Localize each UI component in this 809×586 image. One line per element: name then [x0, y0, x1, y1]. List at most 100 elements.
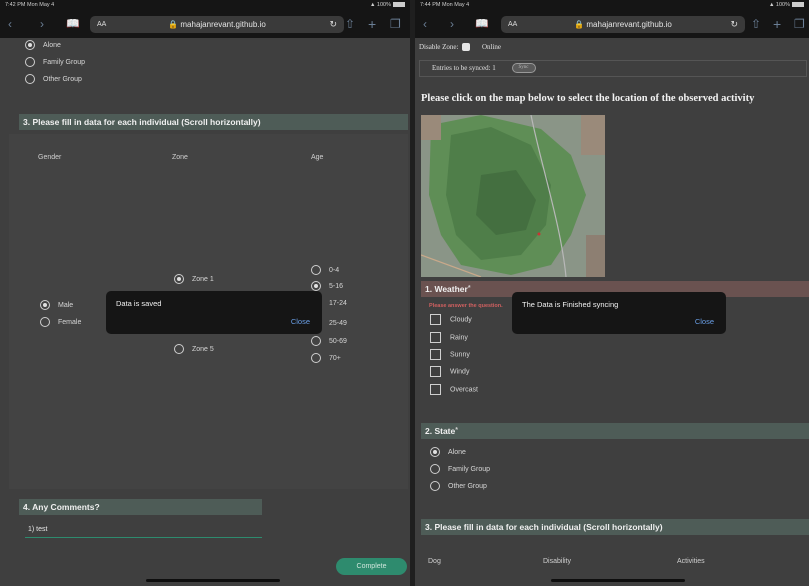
required-asterisk: * — [455, 427, 458, 434]
state-option-family-group[interactable]: Family Group — [25, 57, 85, 69]
tabs-icon[interactable]: ❐ — [390, 16, 401, 32]
browser-toolbar: ‹ › 📖 AA 🔒 mahajanrevant.github.io ↻ ⇧ +… — [415, 11, 809, 38]
radio-icon — [174, 344, 184, 355]
url-text: 🔒 mahajanrevant.github.io — [574, 20, 672, 29]
page-content: Disable Zone: Online Entries to be synce… — [415, 38, 809, 586]
column-dog: Dog — [428, 558, 441, 565]
column-age: Age — [311, 154, 324, 161]
weather-option-overcast[interactable]: Overcast — [430, 384, 478, 396]
page-content: Alone Family Group Other Group 3. Please… — [0, 38, 410, 586]
forward-icon[interactable]: › — [450, 16, 454, 32]
radio-icon — [311, 353, 321, 364]
checkbox-icon — [430, 384, 441, 395]
reload-icon[interactable]: ↻ — [730, 16, 738, 33]
state-option-alone[interactable]: Alone — [25, 40, 61, 52]
radio-icon — [40, 317, 50, 328]
data-saved-toast: Data is saved Close — [106, 291, 322, 334]
battery-icon — [393, 2, 405, 8]
checkbox-icon — [430, 349, 441, 360]
toast-message: The Data is Finished syncing — [522, 300, 619, 309]
radio-icon — [311, 336, 321, 347]
share-icon[interactable]: ⇧ — [751, 16, 761, 32]
status-time: 7:44 PM Mon May 4 — [420, 2, 470, 8]
comments-input[interactable]: 1) test — [25, 521, 262, 538]
status-time: 7:42 PM Mon May 4 — [5, 2, 55, 8]
url-text: 🔒 mahajanrevant.github.io — [168, 20, 266, 29]
toast-message: Data is saved — [116, 299, 162, 308]
state-option-other-group[interactable]: Other Group — [430, 481, 487, 493]
share-icon[interactable]: ⇧ — [345, 16, 355, 32]
battery-icon — [792, 2, 804, 8]
checkbox-icon — [430, 314, 441, 325]
radio-checked-icon — [25, 40, 35, 51]
radio-checked-icon — [174, 274, 184, 285]
radio-checked-icon — [430, 447, 440, 458]
new-tab-icon[interactable]: + — [773, 16, 781, 32]
address-bar[interactable]: AA 🔒 mahajanrevant.github.io ↻ — [90, 16, 344, 33]
radio-icon — [430, 464, 440, 475]
checkbox-icon — [430, 332, 441, 343]
back-icon[interactable]: ‹ — [8, 16, 12, 32]
age-option-50-69[interactable]: 50-69 — [311, 336, 347, 348]
column-activities: Activities — [677, 558, 705, 565]
radio-icon — [311, 265, 321, 276]
required-asterisk: * — [467, 285, 471, 292]
disable-zone-row: Disable Zone: Online — [419, 43, 502, 52]
bookmarks-icon[interactable]: 📖 — [66, 16, 80, 32]
radio-checked-icon — [311, 281, 321, 292]
radio-icon — [25, 57, 35, 68]
forward-icon[interactable]: › — [40, 16, 44, 32]
bookmarks-icon[interactable]: 📖 — [475, 16, 489, 32]
sync-button[interactable]: Sync — [511, 63, 536, 74]
selected-location-marker — [537, 232, 541, 236]
sync-row: Entries to be synced: 1 Sync — [419, 60, 807, 77]
state-option-alone[interactable]: Alone — [430, 447, 466, 459]
state-title: 2. State* — [421, 423, 809, 439]
radio-checked-icon — [40, 300, 50, 311]
new-tab-icon[interactable]: + — [368, 16, 376, 32]
state-option-other-group[interactable]: Other Group — [25, 74, 82, 86]
online-label: Online — [481, 43, 502, 51]
back-icon[interactable]: ‹ — [423, 16, 427, 32]
age-option-0-4[interactable]: 0-4 — [311, 265, 339, 277]
entries-to-sync: Entries to be synced: 1 — [432, 64, 496, 72]
weather-option-sunny[interactable]: Sunny — [430, 349, 470, 361]
state-option-family-group[interactable]: Family Group — [430, 464, 490, 476]
gender-option-male[interactable]: Male — [40, 300, 73, 312]
right-browser-pane: 7:44 PM Mon May 4 ▲ 100% ‹ › 📖 AA 🔒 maha… — [415, 0, 809, 586]
complete-button[interactable]: Complete — [336, 558, 407, 575]
status-battery: ▲ 100% — [370, 0, 405, 11]
tabs-icon[interactable]: ❐ — [794, 16, 805, 32]
column-zone: Zone — [172, 154, 188, 161]
toast-close-button[interactable]: Close — [695, 317, 714, 326]
section-4-title: 4. Any Comments? — [19, 499, 262, 515]
weather-option-windy[interactable]: Windy — [430, 366, 469, 378]
answer-warning: Please answer the question. — [429, 303, 503, 309]
radio-icon — [25, 74, 35, 85]
section-3-title: 3. Please fill in data for each individu… — [421, 519, 809, 535]
weather-option-cloudy[interactable]: Cloudy — [430, 314, 472, 326]
address-bar[interactable]: AA 🔒 mahajanrevant.github.io ↻ — [501, 16, 745, 33]
checkbox-icon — [430, 366, 441, 377]
zone-option-1[interactable]: Zone 1 — [174, 274, 214, 286]
weather-option-rainy[interactable]: Rainy — [430, 332, 468, 344]
column-gender: Gender — [38, 154, 62, 161]
status-bar: 7:44 PM Mon May 4 ▲ 100% — [415, 0, 809, 11]
status-battery: ▲ 100% — [769, 0, 804, 11]
radio-icon — [430, 481, 440, 492]
sync-finished-toast: The Data is Finished syncing Close — [512, 292, 726, 334]
left-browser-pane: 7:42 PM Mon May 4 ▲ 100% ‹ › 📖 AA 🔒 maha… — [0, 0, 410, 586]
map-instruction: Please click on the map below to select … — [421, 93, 755, 104]
toast-close-button[interactable]: Close — [291, 317, 310, 326]
gender-option-female[interactable]: Female — [40, 317, 81, 329]
column-disability: Disability — [543, 558, 572, 565]
status-bar: 7:42 PM Mon May 4 ▲ 100% — [0, 0, 410, 11]
browser-toolbar: ‹ › 📖 AA 🔒 mahajanrevant.github.io ↻ ⇧ +… — [0, 11, 410, 38]
disable-zone-label: Disable Zone: — [419, 43, 459, 51]
disable-zone-checkbox[interactable] — [462, 43, 471, 52]
age-option-70-plus[interactable]: 70+ — [311, 353, 341, 365]
home-indicator — [146, 579, 280, 582]
location-map[interactable] — [421, 115, 605, 277]
reload-icon[interactable]: ↻ — [329, 16, 337, 33]
zone-option-5[interactable]: Zone 5 — [174, 344, 214, 356]
